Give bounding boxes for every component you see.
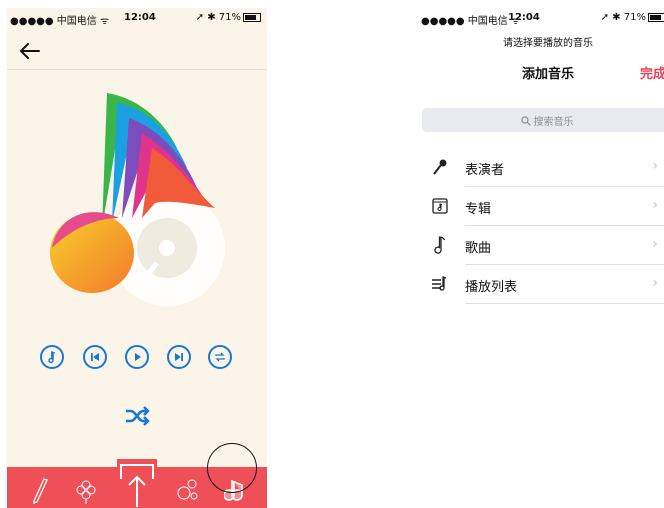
list-item-playlists[interactable]: 播放列表 › xyxy=(426,265,664,304)
carrier-label: ●●●●● 中国电信 ᯤ xyxy=(421,16,521,27)
search-icon xyxy=(520,116,531,126)
shuffle-icon[interactable] xyxy=(123,404,151,428)
chevron-right-icon: › xyxy=(652,236,658,252)
battery-icon xyxy=(648,12,664,22)
list-item-label: 播放列表 xyxy=(465,280,518,295)
music-player-screen: ●●●●● 中国电信 ᯤ 12:04 ➚ ✱ 71% xyxy=(7,8,267,508)
add-music-screen: ●●●●● 中国电信 ᯤ 12:04 ➚ ✱ 71% 请选择要播放的音乐 添加音… xyxy=(418,8,664,508)
microphone-icon xyxy=(430,157,450,177)
list-item-performers[interactable]: 表演者 › xyxy=(426,148,664,187)
music-note-icon xyxy=(430,235,450,255)
list-item-label: 表演者 xyxy=(465,163,505,178)
clock: 12:04 xyxy=(508,12,540,23)
page-title: 添加音乐 xyxy=(521,67,574,82)
chevron-right-icon: › xyxy=(652,275,658,291)
chevron-right-icon: › xyxy=(652,197,658,213)
carrier-label: ●●●●● 中国电信 ᯤ xyxy=(10,16,110,27)
app-logo xyxy=(47,78,237,318)
status-bar: ●●●●● 中国电信 ᯤ 12:04 ➚ ✱ 71% xyxy=(7,8,267,28)
battery-indicator: ➚ ✱ 71% xyxy=(601,12,664,23)
list-item-label: 专辑 xyxy=(465,202,492,217)
repeat-icon[interactable] xyxy=(208,345,232,369)
battery-indicator: ➚ ✱ 71% xyxy=(196,12,261,23)
battery-label: ➚ ✱ 71% xyxy=(600,12,646,23)
highlight-circle xyxy=(207,443,257,493)
header-divider xyxy=(7,69,267,70)
list-item-albums[interactable]: 专辑 › xyxy=(426,187,664,226)
battery-label: ➚ ✱ 71% xyxy=(195,12,241,23)
previous-icon[interactable] xyxy=(83,345,107,369)
chevron-right-icon: › xyxy=(652,158,658,174)
status-bar: ●●●●● 中国电信 ᯤ 12:04 ➚ ✱ 71% xyxy=(418,8,664,28)
arrow-left-icon[interactable] xyxy=(17,38,43,64)
circles-icon[interactable] xyxy=(175,467,201,508)
divider xyxy=(465,303,664,304)
clock: 12:04 xyxy=(124,12,156,23)
music-note-icon[interactable] xyxy=(40,345,64,369)
upload-icon[interactable] xyxy=(117,459,157,508)
playlist-icon xyxy=(430,274,450,294)
done-button[interactable]: 完成 xyxy=(640,63,664,82)
list-item-songs[interactable]: 歌曲 › xyxy=(426,226,664,265)
album-icon xyxy=(430,196,450,216)
battery-icon xyxy=(243,12,261,22)
next-icon[interactable] xyxy=(167,345,191,369)
pencil-icon[interactable] xyxy=(27,467,51,508)
play-icon[interactable] xyxy=(125,345,149,369)
flower-icon[interactable] xyxy=(74,467,98,508)
search-input[interactable]: 搜索音乐 xyxy=(422,108,664,132)
list-item-label: 歌曲 xyxy=(465,241,492,256)
search-placeholder: 搜索音乐 xyxy=(533,117,574,128)
prompt-text: 请选择要播放的音乐 xyxy=(503,38,593,49)
